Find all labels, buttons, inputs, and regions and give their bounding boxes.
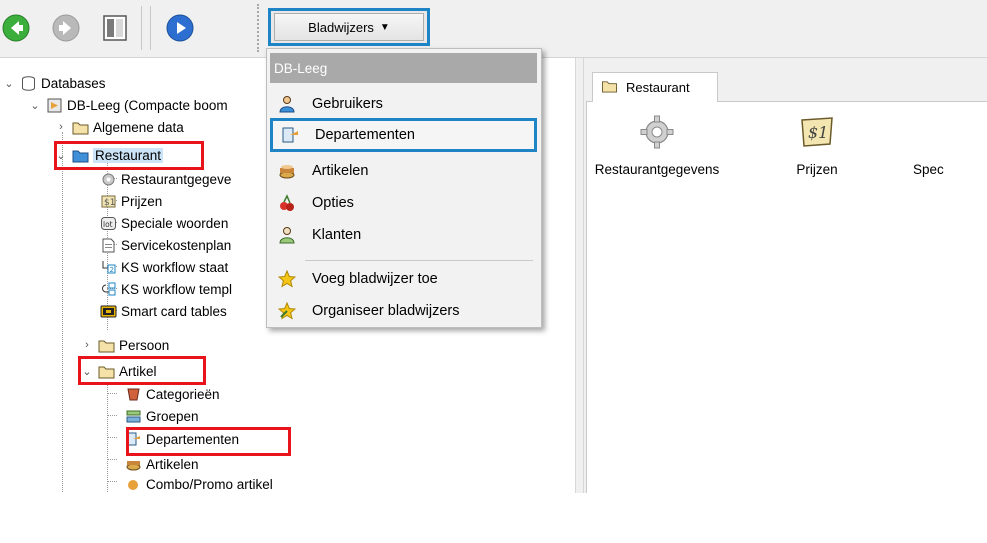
play-icon[interactable] bbox=[166, 14, 194, 42]
annotation-box-artikel bbox=[78, 356, 206, 385]
tree-node-combo-promo[interactable]: Combo/Promo artikel bbox=[121, 475, 273, 493]
customers-icon bbox=[270, 226, 304, 244]
chevron-down-icon[interactable]: ⌄ bbox=[28, 99, 42, 112]
caret-down-icon: ▼ bbox=[379, 21, 390, 33]
chevron-right-icon[interactable]: › bbox=[80, 339, 94, 351]
articles-icon bbox=[124, 456, 142, 472]
folder-icon bbox=[601, 79, 618, 96]
bookmarks-menu: DB-Leeg Gebruikers Departementen Artikel… bbox=[266, 48, 542, 328]
price-icon: $1 bbox=[99, 193, 117, 209]
workflow-icon: 2 bbox=[99, 259, 117, 275]
bookmarks-label: Bladwijzers bbox=[308, 19, 374, 35]
options-icon bbox=[270, 194, 304, 212]
tree-node-speciale-woorden[interactable]: lot Speciale woorden bbox=[96, 212, 228, 234]
document-icon bbox=[99, 237, 117, 253]
star-organize-icon bbox=[270, 302, 304, 320]
chevron-down-icon[interactable]: ⌄ bbox=[2, 77, 16, 90]
tile-speciale[interactable]: Spec bbox=[913, 112, 987, 177]
tree-node-restaurantgegevens[interactable]: Restaurantgegeve bbox=[96, 168, 231, 190]
bookmarks-button[interactable]: Bladwijzers ▼ bbox=[268, 8, 430, 46]
annotation-box-restaurant bbox=[54, 141, 204, 170]
menu-item-gebruikers[interactable]: Gebruikers bbox=[270, 88, 537, 120]
svg-text:lot: lot bbox=[103, 220, 113, 229]
svg-text:2: 2 bbox=[109, 266, 113, 274]
toolbar-separator bbox=[150, 6, 151, 50]
star-icon bbox=[270, 270, 304, 288]
menu-item-departementen[interactable]: Departementen bbox=[270, 118, 537, 152]
tree-node-db-leeg[interactable]: ⌄ DB-Leeg (Compacte boom bbox=[28, 94, 227, 116]
chevron-right-icon[interactable]: › bbox=[54, 121, 68, 133]
users-icon bbox=[270, 95, 304, 113]
tree-node-groepen[interactable]: Groepen bbox=[121, 405, 199, 427]
svg-text:$1: $1 bbox=[104, 198, 115, 208]
menu-item-voeg-bladwijzer-toe[interactable]: Voeg bladwijzer toe bbox=[270, 263, 537, 295]
panel-toggle-icon[interactable] bbox=[101, 14, 127, 42]
tab-restaurant[interactable]: Restaurant bbox=[592, 72, 718, 102]
blank-area bbox=[0, 493, 987, 543]
menu-item-klanten[interactable]: Klanten bbox=[270, 219, 537, 251]
svg-text:$1: $1 bbox=[808, 123, 828, 142]
toolbar-separator bbox=[141, 6, 142, 50]
smartcard-icon bbox=[99, 303, 117, 319]
price-icon: $1 bbox=[742, 112, 892, 152]
folder-icon bbox=[71, 119, 89, 135]
tree-node-artikelen[interactable]: Artikelen bbox=[121, 453, 199, 475]
special-words-icon: lot bbox=[99, 215, 117, 231]
menu-header: DB-Leeg bbox=[270, 53, 537, 83]
content-panel: Restaurantgegevens $1 Prijzen Spec Resta… bbox=[584, 58, 987, 493]
gear-icon bbox=[99, 171, 117, 187]
menu-item-opties[interactable]: Opties bbox=[270, 187, 537, 219]
tree-node-databases[interactable]: ⌄ Databases bbox=[2, 72, 105, 94]
tile-restaurantgegevens[interactable]: Restaurantgegevens bbox=[582, 112, 732, 177]
menu-separator bbox=[305, 260, 533, 261]
groups-icon bbox=[124, 408, 142, 424]
tree-node-algemene-data[interactable]: › Algemene data bbox=[54, 116, 184, 138]
tree-node-ks-workflow-staat[interactable]: 2 KS workflow staat bbox=[96, 256, 228, 278]
annotation-box-departementen bbox=[126, 427, 291, 456]
database-icon bbox=[19, 75, 37, 91]
tree-node-persoon[interactable]: › Persoon bbox=[80, 334, 169, 356]
toolbar-grip bbox=[257, 4, 259, 52]
combo-icon bbox=[124, 476, 142, 492]
tree-node-categorieen[interactable]: Categorieën bbox=[121, 383, 220, 405]
tree-node-servicekostenplan[interactable]: Servicekostenplan bbox=[96, 234, 231, 256]
departments-icon bbox=[273, 126, 307, 144]
folder-icon bbox=[97, 337, 115, 353]
tree-node-prijzen[interactable]: $1 Prijzen bbox=[96, 190, 162, 212]
tree-node-smart-card-tables[interactable]: Smart card tables bbox=[96, 300, 227, 322]
tree-node-ks-workflow-templ[interactable]: KS workflow templ bbox=[96, 278, 232, 300]
workflow-template-icon bbox=[99, 281, 117, 297]
back-arrow-icon[interactable] bbox=[2, 14, 30, 42]
articles-icon bbox=[270, 162, 304, 180]
tile-prijzen[interactable]: $1 Prijzen bbox=[742, 112, 892, 177]
menu-item-organiseer-bladwijzers[interactable]: Organiseer bladwijzers bbox=[270, 295, 537, 327]
categories-icon bbox=[124, 386, 142, 402]
gear-icon bbox=[582, 112, 732, 152]
db-icon bbox=[45, 97, 63, 113]
menu-item-artikelen[interactable]: Artikelen bbox=[270, 155, 537, 187]
forward-arrow-icon[interactable] bbox=[52, 14, 80, 42]
tab-content: Restaurantgegevens $1 Prijzen Spec bbox=[586, 101, 987, 493]
